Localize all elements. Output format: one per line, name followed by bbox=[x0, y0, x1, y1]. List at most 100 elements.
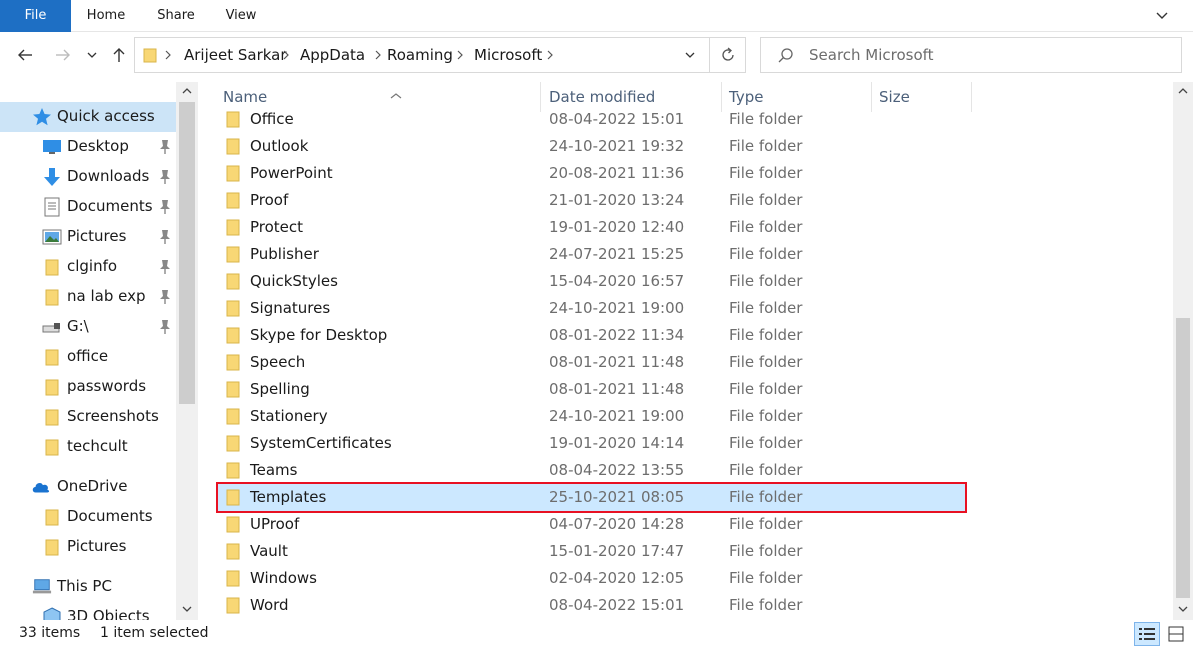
sidebar-item-label: This PC bbox=[57, 577, 112, 595]
table-row[interactable]: Office 08-04-2022 15:01 File folder bbox=[218, 106, 965, 133]
breadcrumb-separator-icon[interactable] bbox=[373, 38, 383, 72]
table-row[interactable]: SystemCertificates 19-01-2020 14:14 File… bbox=[218, 430, 965, 457]
file-date: 08-04-2022 15:01 bbox=[549, 110, 685, 128]
table-row[interactable]: Protect 19-01-2020 12:40 File folder bbox=[218, 214, 965, 241]
sidebar-item-techcult[interactable]: techcult bbox=[0, 432, 176, 462]
sidebar-item-this-pc[interactable]: This PC bbox=[0, 572, 176, 602]
scroll-down-icon[interactable] bbox=[176, 600, 198, 618]
breadcrumb-separator-icon[interactable] bbox=[455, 38, 465, 72]
search-box[interactable] bbox=[760, 37, 1182, 73]
expand-ribbon-icon[interactable] bbox=[1153, 6, 1171, 24]
sidebar-item-passwords[interactable]: passwords bbox=[0, 372, 176, 402]
table-row[interactable]: Outlook 24-10-2021 19:32 File folder bbox=[218, 133, 965, 160]
file-date: 21-01-2020 13:24 bbox=[549, 191, 685, 209]
sidebar-item-onedrive-documents[interactable]: Documents bbox=[0, 502, 176, 532]
sidebar-item-onedrive[interactable]: OneDrive bbox=[0, 472, 176, 502]
table-row[interactable]: Signatures 24-10-2021 19:00 File folder bbox=[218, 295, 965, 322]
file-date: 25-10-2021 08:05 bbox=[549, 488, 685, 506]
table-row[interactable]: Skype for Desktop 08-01-2022 11:34 File … bbox=[218, 322, 965, 349]
pin-icon[interactable] bbox=[158, 169, 172, 185]
scroll-down-icon[interactable] bbox=[1173, 600, 1193, 618]
tab-share[interactable]: Share bbox=[148, 0, 204, 32]
table-row[interactable]: Vault 15-01-2020 17:47 File folder bbox=[218, 538, 965, 565]
file-name: Office bbox=[250, 110, 294, 128]
file-name: UProof bbox=[250, 515, 300, 533]
sidebar-item-documents[interactable]: Documents bbox=[0, 192, 176, 222]
tab-home[interactable]: Home bbox=[76, 0, 136, 32]
download-icon bbox=[42, 167, 62, 187]
breadcrumb-separator-icon[interactable] bbox=[163, 38, 173, 72]
folder-icon bbox=[42, 287, 62, 307]
file-name: Stationery bbox=[250, 407, 328, 425]
folder-icon bbox=[42, 537, 62, 557]
file-type: File folder bbox=[729, 164, 803, 182]
breadcrumb-item[interactable]: Microsoft bbox=[474, 38, 542, 72]
breadcrumb-item[interactable]: Arijeet Sarkar bbox=[184, 38, 287, 72]
table-row[interactable]: Proof 21-01-2020 13:24 File folder bbox=[218, 187, 965, 214]
pin-icon[interactable] bbox=[158, 289, 172, 305]
sidebar-item-quick-access[interactable]: Quick access bbox=[0, 102, 176, 132]
sidebar-item-office[interactable]: office bbox=[0, 342, 176, 372]
table-row[interactable]: Teams 08-04-2022 13:55 File folder bbox=[218, 457, 965, 484]
selection-count: 1 item selected bbox=[100, 625, 209, 641]
sidebar-item-desktop[interactable]: Desktop bbox=[0, 132, 176, 162]
sidebar-item-onedrive-pictures[interactable]: Pictures bbox=[0, 532, 176, 562]
file-date: 08-01-2022 11:34 bbox=[549, 326, 685, 344]
table-row[interactable]: Windows 02-04-2020 12:05 File folder bbox=[218, 565, 965, 592]
table-row[interactable]: PowerPoint 20-08-2021 11:36 File folder bbox=[218, 160, 965, 187]
address-dropdown-icon[interactable] bbox=[675, 38, 705, 72]
sidebar-item-label: Quick access bbox=[57, 107, 155, 125]
file-list-scroll-thumb[interactable] bbox=[1176, 318, 1190, 598]
sidebar-item-pictures[interactable]: Pictures bbox=[0, 222, 176, 252]
pin-icon[interactable] bbox=[158, 139, 172, 155]
sidebar-item-clginfo[interactable]: clginfo bbox=[0, 252, 176, 282]
tab-file[interactable]: File bbox=[0, 0, 71, 32]
table-row[interactable]: Spelling 08-01-2021 11:48 File folder bbox=[218, 376, 965, 403]
navigation-pane: Quick access Desktop Downloads Documents… bbox=[0, 82, 198, 620]
table-row[interactable]: Word 08-04-2022 15:01 File folder bbox=[218, 592, 965, 619]
pin-icon[interactable] bbox=[158, 199, 172, 215]
table-row[interactable]: QuickStyles 15-04-2020 16:57 File folder bbox=[218, 268, 965, 295]
table-row[interactable]: Speech 08-01-2021 11:48 File folder bbox=[218, 349, 965, 376]
file-type: File folder bbox=[729, 407, 803, 425]
forward-arrow-icon[interactable] bbox=[50, 38, 76, 72]
sidebar-item-g-drive[interactable]: G:\ bbox=[0, 312, 176, 342]
refresh-icon[interactable] bbox=[709, 38, 745, 72]
folder-icon bbox=[226, 327, 240, 348]
folder-icon bbox=[226, 138, 240, 159]
sidebar-scroll-thumb[interactable] bbox=[179, 102, 195, 404]
cloud-icon bbox=[31, 477, 51, 497]
folder-icon bbox=[42, 377, 62, 397]
breadcrumb-separator-icon[interactable] bbox=[281, 38, 291, 72]
large-icons-view-icon[interactable] bbox=[1163, 622, 1189, 646]
up-arrow-icon[interactable] bbox=[106, 38, 132, 72]
scroll-up-icon[interactable] bbox=[176, 82, 198, 100]
breadcrumb-separator-icon[interactable] bbox=[545, 38, 555, 72]
details-view-icon[interactable] bbox=[1134, 622, 1160, 646]
address-bar[interactable]: Arijeet Sarkar AppData Roaming Microsoft bbox=[134, 37, 746, 73]
pin-icon[interactable] bbox=[158, 319, 172, 335]
table-row-selected[interactable]: Templates 25-10-2021 08:05 File folder bbox=[216, 482, 967, 513]
scroll-up-icon[interactable] bbox=[1173, 82, 1193, 100]
pin-icon[interactable] bbox=[158, 229, 172, 245]
table-row[interactable]: UProof 04-07-2020 14:28 File folder bbox=[218, 511, 965, 538]
file-type: File folder bbox=[729, 299, 803, 317]
table-row[interactable]: Publisher 24-07-2021 15:25 File folder bbox=[218, 241, 965, 268]
sidebar-item-screenshots[interactable]: Screenshots bbox=[0, 402, 176, 432]
table-row[interactable]: Stationery 24-10-2021 19:00 File folder bbox=[218, 403, 965, 430]
folder-icon bbox=[42, 347, 62, 367]
tab-view[interactable]: View bbox=[216, 0, 266, 32]
breadcrumb-item[interactable]: Roaming bbox=[387, 38, 453, 72]
folder-icon bbox=[226, 543, 240, 564]
column-label: Type bbox=[729, 88, 764, 106]
sidebar-item-3d-objects[interactable]: 3D Objects bbox=[0, 602, 176, 620]
sidebar-item-label: Desktop bbox=[67, 137, 129, 155]
search-input[interactable] bbox=[809, 38, 1169, 72]
sidebar-item-downloads[interactable]: Downloads bbox=[0, 162, 176, 192]
folder-icon bbox=[226, 192, 240, 213]
breadcrumb-item[interactable]: AppData bbox=[300, 38, 365, 72]
back-arrow-icon[interactable] bbox=[12, 38, 38, 72]
sidebar-item-na-lab-exp[interactable]: na lab exp bbox=[0, 282, 176, 312]
recent-locations-chevron-icon[interactable] bbox=[82, 38, 102, 72]
pin-icon[interactable] bbox=[158, 259, 172, 275]
